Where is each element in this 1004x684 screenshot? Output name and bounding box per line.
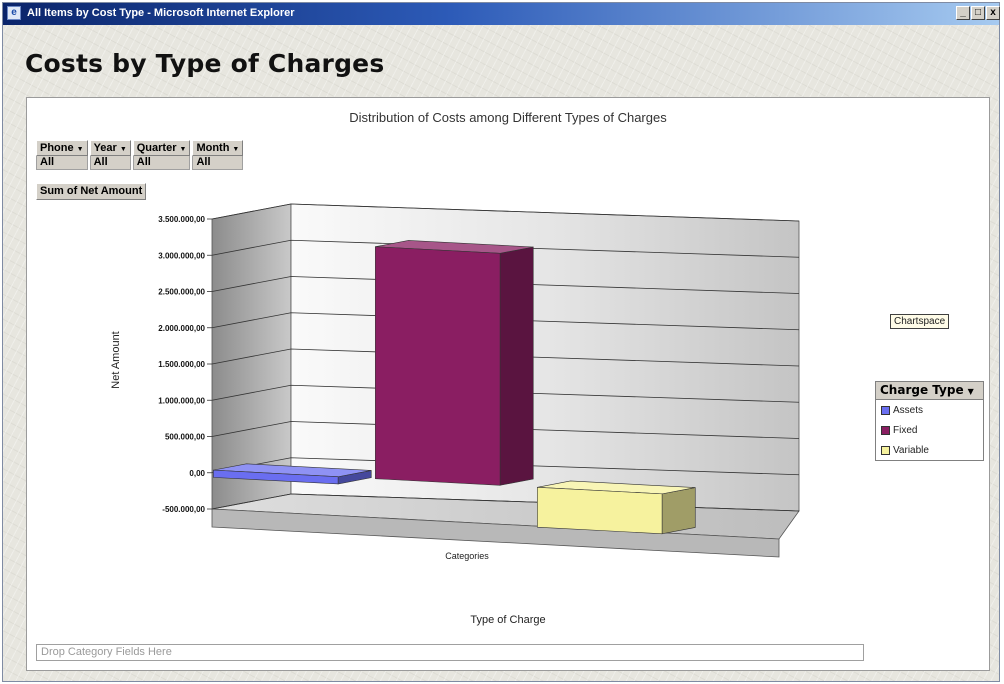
chartspace-label: Chartspace	[890, 314, 950, 329]
bar-front	[375, 246, 501, 486]
close-button[interactable]: x	[986, 6, 1000, 20]
legend-item-label: Assets	[893, 404, 924, 416]
y-tick-label: 1.000.000,00	[158, 396, 205, 405]
y-tick-label: -500.000,00	[162, 505, 205, 514]
legend-item-assets[interactable]: Assets	[876, 400, 983, 420]
y-tick-label: 500.000,00	[165, 433, 206, 442]
y-axis-title: Net Amount	[110, 331, 122, 388]
legend-title: Charge Type	[880, 383, 964, 397]
ie-page-icon: e	[7, 6, 21, 20]
minimize-button[interactable]: _	[956, 6, 970, 20]
dropdown-arrow-icon: ▼	[967, 387, 974, 396]
legend-item-fixed[interactable]: Fixed	[876, 420, 983, 440]
bar-front	[537, 486, 663, 535]
y-tick-label: 2.500.000,00	[158, 288, 205, 297]
bar-side	[499, 246, 534, 486]
window-title: All Items by Cost Type - Microsoft Inter…	[27, 7, 295, 19]
title-bar[interactable]: e All Items by Cost Type - Microsoft Int…	[3, 3, 1000, 25]
category-label: Categories	[445, 551, 489, 561]
chart-plot: 3.500.000,00 3.000.000,00 2.500.000,00 2.00…	[110, 203, 800, 561]
legend-item-label: Variable	[893, 444, 929, 456]
maximize-button[interactable]: □	[971, 6, 985, 20]
y-tick-label: 2.000.000,00	[158, 324, 205, 333]
legend-swatch	[881, 445, 890, 455]
y-tick-label: 3.500.000,00	[158, 215, 205, 224]
legend-item-label: Fixed	[893, 424, 918, 436]
page-title: Costs by Type of Charges	[25, 49, 385, 78]
legend-item-variable[interactable]: Variable	[876, 440, 983, 460]
pivot-chart[interactable]: Distribution of Costs among Different Ty…	[26, 97, 990, 671]
legend[interactable]: Charge Type ▼ Assets Fixed Variable	[875, 381, 984, 461]
bar-fixed[interactable]	[375, 240, 534, 486]
y-tick-label: 1.500.000,00	[158, 360, 205, 369]
y-tick-label: 3.000.000,00	[158, 251, 205, 260]
legend-swatch	[881, 425, 890, 435]
category-drop-zone[interactable]: Drop Category Fields Here	[36, 644, 864, 661]
x-axis-title: Type of Charge	[470, 614, 546, 626]
y-axis: 3.500.000,00 3.000.000,00 2.500.000,00 2.00…	[158, 215, 212, 514]
legend-field-button[interactable]: Charge Type ▼	[876, 382, 983, 400]
legend-swatch	[881, 405, 890, 415]
bar-side	[661, 487, 696, 535]
browser-window: e All Items by Cost Type - Microsoft Int…	[2, 2, 1000, 682]
bar-variable[interactable]	[537, 480, 696, 535]
y-tick-label: 0,00	[189, 469, 205, 478]
